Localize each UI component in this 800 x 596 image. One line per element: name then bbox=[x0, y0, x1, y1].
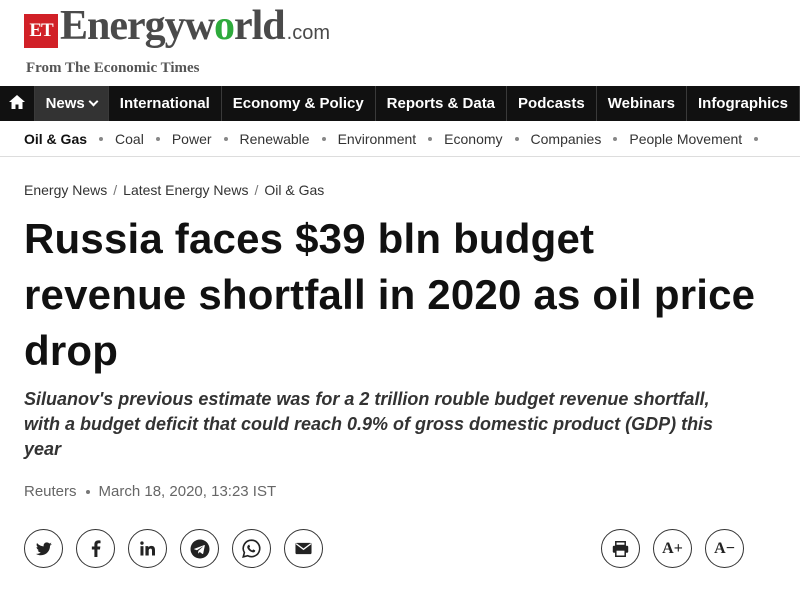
font-increase-label: A+ bbox=[662, 539, 683, 557]
article-date: March 18, 2020, 13:23 IST bbox=[98, 483, 277, 500]
brand-part2: rld bbox=[234, 3, 286, 49]
home-icon bbox=[8, 94, 26, 114]
subnav-environment[interactable]: Environment bbox=[338, 131, 417, 147]
logo-tagline: From The Economic Times bbox=[26, 60, 200, 76]
twitter-icon bbox=[35, 541, 52, 556]
subnav-economy[interactable]: Economy bbox=[444, 131, 502, 147]
subnav-power[interactable]: Power bbox=[172, 131, 212, 147]
nav-reports-data[interactable]: Reports & Data bbox=[376, 86, 508, 121]
et-logo-box: ET bbox=[24, 14, 58, 48]
separator-dot bbox=[613, 136, 618, 141]
share-facebook-button[interactable] bbox=[76, 529, 115, 568]
separator-dot bbox=[321, 136, 326, 141]
whatsapp-icon bbox=[242, 539, 261, 558]
telegram-icon bbox=[190, 539, 210, 559]
subnav-oil-gas[interactable]: Oil & Gas bbox=[24, 131, 87, 147]
nav-news[interactable]: News bbox=[34, 86, 109, 121]
article-meta: Reuters March 18, 2020, 13:23 IST bbox=[24, 483, 276, 500]
nav-podcasts[interactable]: Podcasts bbox=[507, 86, 597, 121]
article-summary: Siluanov's previous estimate was for a 2… bbox=[24, 389, 714, 459]
breadcrumb-separator: / bbox=[113, 182, 118, 198]
site-logo[interactable]: ET Energyworld .com bbox=[24, 3, 330, 58]
subnav-coal[interactable]: Coal bbox=[115, 131, 144, 147]
share-twitter-button[interactable] bbox=[24, 529, 63, 568]
primary-nav: News International Economy & Policy Repo… bbox=[0, 86, 800, 121]
share-telegram-button[interactable] bbox=[180, 529, 219, 568]
subnav-people-movement[interactable]: People Movement bbox=[629, 131, 742, 147]
share-email-button[interactable] bbox=[284, 529, 323, 568]
subnav-companies[interactable]: Companies bbox=[531, 131, 602, 147]
email-icon bbox=[295, 542, 312, 555]
share-buttons bbox=[24, 529, 323, 568]
nav-home[interactable] bbox=[0, 86, 35, 121]
nav-webinars[interactable]: Webinars bbox=[597, 86, 687, 121]
nav-international[interactable]: International bbox=[109, 86, 222, 121]
brand-name: Energyworld .com bbox=[60, 1, 330, 58]
nav-economy-policy[interactable]: Economy & Policy bbox=[222, 86, 376, 121]
separator-dot bbox=[155, 136, 160, 141]
print-icon bbox=[612, 540, 629, 557]
breadcrumb-latest-energy-news[interactable]: Latest Energy News bbox=[123, 182, 248, 198]
separator-dot bbox=[754, 136, 759, 141]
nav-label: Infographics bbox=[697, 95, 788, 112]
separator-dot bbox=[514, 136, 519, 141]
secondary-nav: Oil & Gas Coal Power Renewable Environme… bbox=[0, 121, 800, 157]
nav-label: Webinars bbox=[607, 95, 675, 112]
font-decrease-button[interactable]: A− bbox=[705, 529, 744, 568]
share-linkedin-button[interactable] bbox=[128, 529, 167, 568]
facebook-icon bbox=[91, 540, 101, 557]
article-tools: A+ A− bbox=[601, 529, 744, 568]
breadcrumb-separator: / bbox=[254, 182, 259, 198]
chevron-down-icon bbox=[88, 96, 99, 107]
separator-dot bbox=[428, 136, 433, 141]
font-increase-button[interactable]: A+ bbox=[653, 529, 692, 568]
print-button[interactable] bbox=[601, 529, 640, 568]
article-source: Reuters bbox=[24, 483, 77, 500]
nav-news-label: News bbox=[45, 95, 85, 112]
nav-label: International bbox=[119, 95, 210, 112]
linkedin-icon bbox=[140, 541, 155, 556]
article-headline: Russia faces $39 bln budget revenue shor… bbox=[24, 215, 756, 374]
brand-part1: Energyw bbox=[60, 3, 215, 49]
separator-dot bbox=[223, 136, 228, 141]
nav-label: Economy & Policy bbox=[232, 95, 364, 112]
breadcrumb-oil-gas[interactable]: Oil & Gas bbox=[264, 182, 324, 198]
meta-separator bbox=[85, 490, 90, 495]
site-header: ET Energyworld .com From The Economic Tim… bbox=[0, 0, 800, 86]
brand-o: o bbox=[214, 3, 235, 49]
share-whatsapp-button[interactable] bbox=[232, 529, 271, 568]
subnav-renewable[interactable]: Renewable bbox=[240, 131, 310, 147]
font-decrease-label: A− bbox=[714, 539, 735, 557]
separator-dot bbox=[99, 136, 104, 141]
brand-domain: .com bbox=[286, 22, 331, 44]
nav-label: Reports & Data bbox=[386, 95, 496, 112]
breadcrumb: Energy News / Latest Energy News / Oil & Gas bbox=[24, 182, 324, 198]
breadcrumb-energy-news[interactable]: Energy News bbox=[24, 182, 107, 198]
nav-label: Podcasts bbox=[518, 95, 585, 112]
nav-infographics[interactable]: Infographics bbox=[687, 86, 800, 121]
